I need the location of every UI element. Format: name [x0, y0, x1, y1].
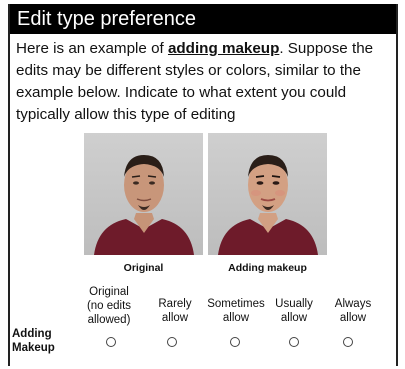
page-title: Edit type preference	[10, 4, 396, 34]
radio-sometimes[interactable]	[230, 337, 240, 347]
original-photo	[84, 133, 203, 255]
scale-header-rarely: Rarely allow	[158, 298, 192, 324]
radio-original[interactable]	[106, 337, 116, 347]
prompt-emphasis: adding makeup	[167, 40, 280, 57]
prompt-text-start: Here is an example of	[16, 40, 168, 57]
edited-photo	[208, 133, 327, 255]
radio-always[interactable]	[343, 337, 353, 347]
scale-header-original: Original (no edits allowed)	[86, 286, 132, 326]
radio-usually[interactable]	[289, 337, 299, 347]
scale-header-sometimes: Sometimes allow	[207, 298, 265, 324]
question-prompt: Here is an example of adding makeup. Sup…	[10, 34, 396, 126]
row-label-adding-makeup: Adding Makeup	[12, 328, 55, 354]
original-photo-label: Original	[123, 262, 164, 274]
edited-photo-label: Adding makeup	[228, 262, 307, 274]
example-photos	[84, 133, 328, 255]
radio-rarely[interactable]	[167, 337, 177, 347]
scale-header-always: Always allow	[334, 298, 372, 324]
scale-header-usually: Usually allow	[275, 298, 313, 324]
